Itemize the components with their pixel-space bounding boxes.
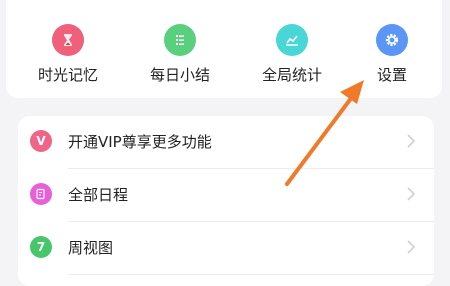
- annotation-arrow: [285, 80, 364, 186]
